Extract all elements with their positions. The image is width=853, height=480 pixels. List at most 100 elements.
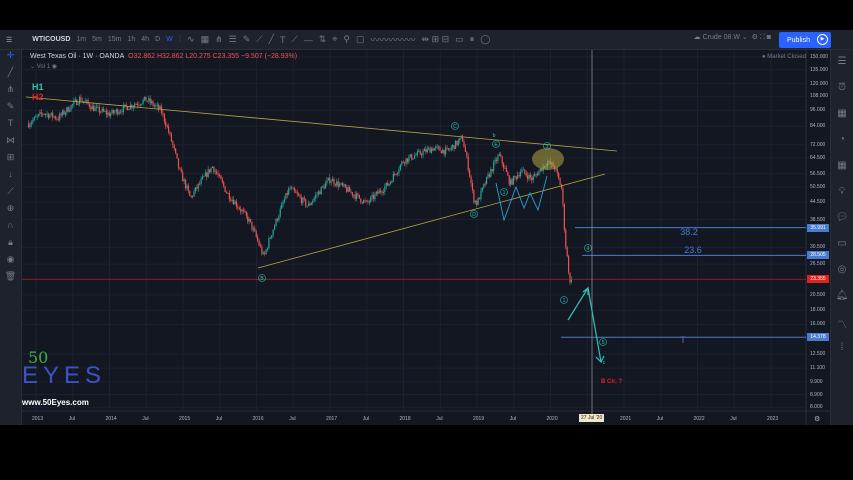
snapshot-icon[interactable]: ◙	[767, 34, 771, 41]
candle-body	[528, 174, 530, 180]
forecast-icon[interactable]: ⊞	[0, 152, 21, 169]
drawing-toolbar: ✛ ╱ ⋔ ✎ T ⋈ ⊞ ↓ ⟋ ⊕ ∩ 🔒︎ ◉ 🗑︎	[0, 50, 22, 425]
rect-icon[interactable]: ▢	[356, 34, 365, 45]
axis-settings-icon[interactable]: ⚙	[814, 415, 820, 423]
ideas-icon[interactable]: 💡︎	[831, 180, 853, 206]
candle-body	[570, 279, 573, 283]
lock-icon[interactable]: 🔒︎	[0, 237, 21, 254]
candle-body	[375, 191, 377, 195]
price-label-icon[interactable]: ⇅	[319, 34, 327, 45]
candle-body	[234, 201, 236, 205]
collapse-icon[interactable]: ⌄	[30, 64, 37, 70]
arrow-down-icon[interactable]: ↓	[0, 169, 21, 186]
watchlist-icon[interactable]: ☰	[831, 50, 853, 76]
candle-body	[290, 187, 293, 189]
ruler-icon[interactable]: ⟋	[0, 186, 21, 203]
candle-body	[84, 101, 86, 102]
candle-body	[563, 203, 565, 230]
settings-icon[interactable]: ⚙	[752, 34, 758, 41]
pitchfork-icon[interactable]: ⋔	[215, 34, 223, 45]
pen-icon[interactable]: ✎	[243, 34, 251, 45]
cloud-icon[interactable]: ☁	[694, 34, 703, 41]
fib-icon[interactable]: ☰	[229, 34, 237, 45]
ray-icon[interactable]: ⟋	[291, 34, 297, 45]
candle-body	[531, 177, 533, 181]
candle-body	[151, 101, 153, 103]
range-icon[interactable]: ⇹ ⊞ ⊟	[422, 34, 450, 45]
hotlist-icon[interactable]: ◔	[831, 128, 853, 154]
wave-label-b: b	[493, 133, 496, 139]
replay-icon[interactable]: ⏸	[470, 34, 475, 45]
visibility-icon[interactable]: ◉	[52, 64, 57, 70]
candle-body	[305, 199, 307, 207]
price-axis-label: 50.500	[810, 184, 826, 191]
price-axis-label: 96.000	[810, 107, 826, 114]
interval-1m[interactable]: 1m	[76, 36, 86, 43]
eye-icon[interactable]: ◉	[0, 254, 21, 271]
magnet-icon[interactable]: ∩	[0, 220, 21, 237]
candle-body	[227, 193, 229, 194]
candle-style-icon[interactable]: ⫶	[179, 34, 181, 45]
candle-body	[391, 181, 393, 183]
symbol-search[interactable]: WTICOUSD	[32, 36, 70, 43]
candle-body	[199, 183, 201, 185]
pattern-icon[interactable]: ⋈	[0, 135, 21, 152]
notifications-icon[interactable]: 🔔︎	[831, 284, 853, 310]
website-url[interactable]: www.50Eyes.com	[22, 398, 89, 407]
elliott-wave-icon[interactable]: 〰〰〰〰〰	[371, 33, 416, 46]
alarm-icon[interactable]: ⏰︎	[831, 76, 853, 102]
text-icon[interactable]: T	[280, 35, 286, 45]
candle-body	[339, 184, 341, 187]
templates-icon[interactable]: ▦	[201, 34, 210, 45]
candle-body	[296, 192, 298, 194]
candle-body	[371, 195, 373, 198]
menu-icon[interactable]: ☰	[6, 36, 12, 44]
gann-icon[interactable]: ⋔	[0, 84, 21, 101]
candle-body	[271, 235, 273, 238]
ellipse-icon[interactable]: ◯	[480, 34, 490, 45]
interval-w[interactable]: W	[166, 36, 173, 43]
time-axis-label: 2018	[399, 416, 411, 422]
chat-icon[interactable]: 💬︎	[831, 206, 853, 232]
trash-icon[interactable]: 🗑︎	[0, 271, 21, 288]
trendline-icon[interactable]: ╱	[0, 67, 21, 84]
candle-body	[534, 174, 536, 177]
candle-body	[128, 109, 130, 111]
candle-body	[408, 156, 410, 162]
candle-body	[88, 103, 91, 108]
interval-15m[interactable]: 15m	[108, 36, 122, 43]
layout-name[interactable]: Crude 08.W	[703, 34, 740, 41]
dom-icon[interactable]: ⁞	[831, 336, 853, 362]
pin-icon[interactable]: ⌖	[332, 34, 337, 45]
interval-5m[interactable]: 5m	[92, 36, 102, 43]
symbol-title[interactable]: West Texas Oil · 1W · OANDA	[30, 53, 124, 60]
hline-icon[interactable]: —	[304, 35, 313, 45]
callout-icon[interactable]: ▭	[455, 34, 464, 45]
interval-1h[interactable]: 1h	[127, 36, 135, 43]
candle-body	[415, 155, 417, 156]
calendar-icon[interactable]: ▦	[831, 102, 853, 128]
candle-body	[35, 116, 37, 118]
message-icon[interactable]: ▭	[831, 232, 853, 258]
indicators-icon[interactable]: ∿	[187, 34, 195, 45]
candle-body	[473, 190, 475, 203]
candle-body	[101, 108, 103, 112]
price-chart[interactable]: CbED13B145cT38.223.6B Cir. ?	[0, 30, 853, 425]
play-icon[interactable]: ▶	[817, 34, 828, 45]
candle-body	[165, 121, 167, 127]
brush-icon[interactable]: ⟋	[256, 34, 262, 45]
zoom-in-icon[interactable]: ⊕	[0, 203, 21, 220]
zoom-icon[interactable]: ⚲	[343, 34, 350, 45]
candle-body	[67, 107, 69, 112]
grid-icon[interactable]: ▦	[831, 154, 853, 180]
interval-d[interactable]: D	[155, 36, 160, 43]
streams-icon[interactable]: ◎	[831, 258, 853, 284]
fullscreen-icon[interactable]: ⛶	[760, 34, 765, 41]
interval-4h[interactable]: 4h	[141, 36, 149, 43]
line-icon[interactable]: ╱	[269, 34, 274, 45]
crosshair-icon[interactable]: ✛	[0, 50, 21, 67]
wave-icon[interactable]: 〽	[831, 310, 853, 336]
brush-icon[interactable]: ✎	[0, 101, 21, 118]
candle-body	[470, 176, 472, 184]
text-icon[interactable]: T	[0, 118, 21, 135]
